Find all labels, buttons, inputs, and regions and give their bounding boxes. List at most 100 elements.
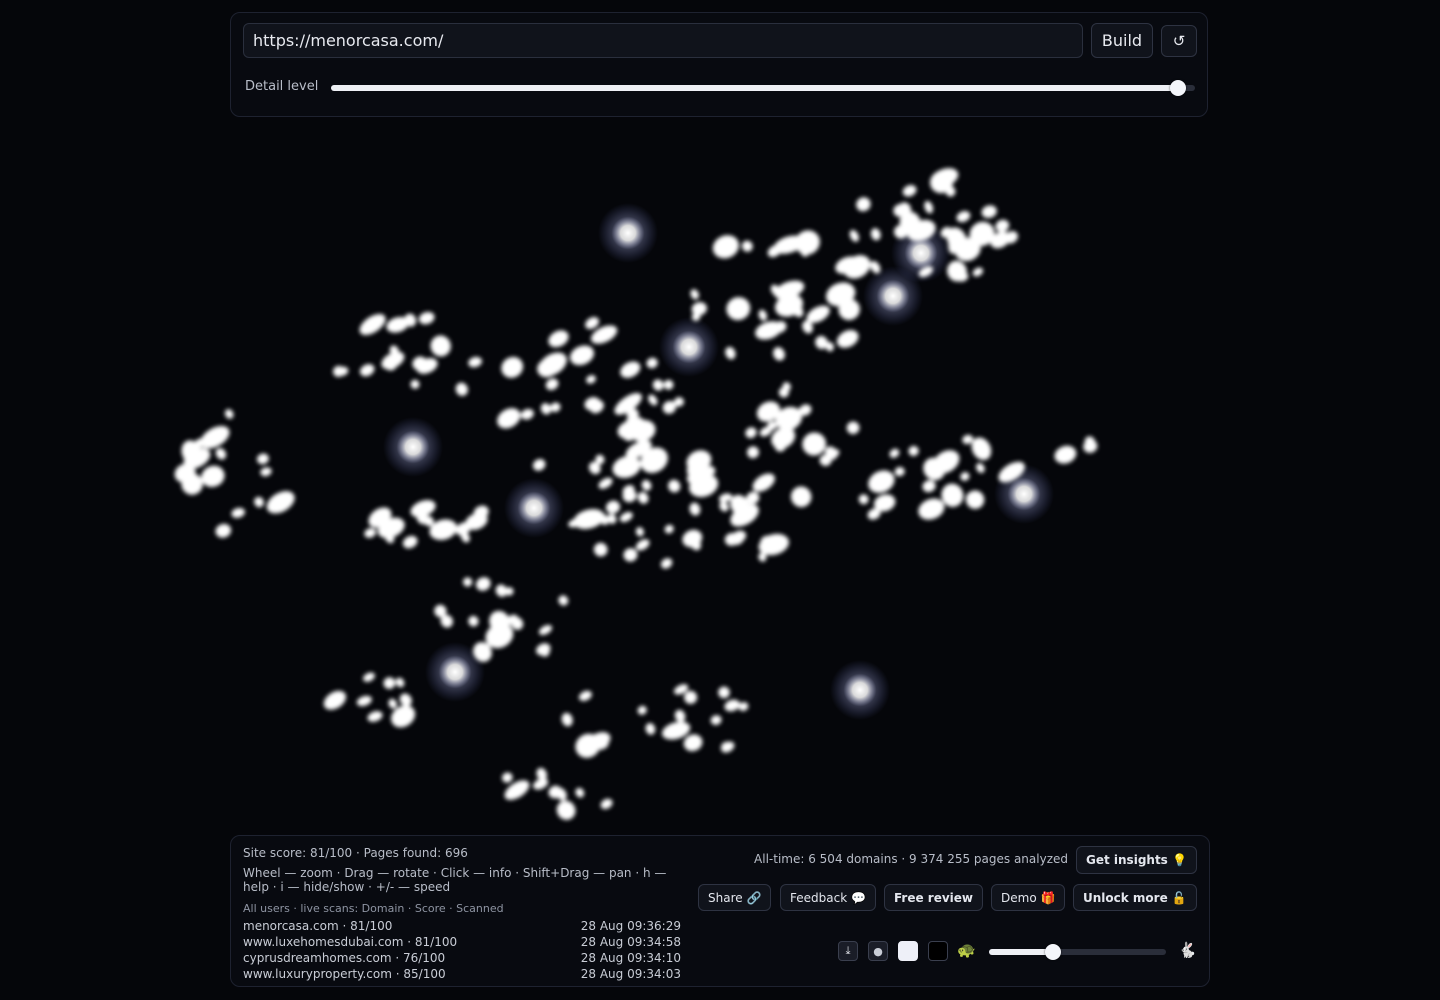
page-node[interactable] [394, 676, 406, 689]
light-theme-button[interactable] [898, 941, 918, 961]
page-node[interactable] [921, 478, 938, 494]
page-node[interactable] [662, 378, 675, 391]
page-node[interactable] [888, 447, 901, 460]
page-node[interactable] [636, 704, 648, 716]
page-node[interactable] [263, 487, 299, 518]
page-node[interactable] [214, 522, 233, 540]
page-node[interactable] [497, 353, 527, 382]
download-icon[interactable]: ⤓ [838, 941, 858, 961]
page-node[interactable] [743, 425, 758, 440]
turtle-slow-icon[interactable]: 🐢 [957, 941, 976, 959]
page-node[interactable] [971, 266, 985, 279]
page-node[interactable] [363, 526, 378, 539]
page-node[interactable] [462, 576, 474, 588]
page-node[interactable] [689, 288, 701, 301]
page-node[interactable] [331, 364, 346, 378]
scan-row[interactable]: cyprusdreamhomes.com · 76/100 28 Aug 09:… [243, 950, 681, 966]
dark-theme-button[interactable] [928, 941, 948, 961]
page-node[interactable] [417, 310, 436, 326]
page-node[interactable] [959, 470, 971, 482]
page-node[interactable] [531, 457, 548, 474]
page-node[interactable] [723, 698, 742, 714]
page-node[interactable] [646, 393, 659, 407]
page-node[interactable] [666, 478, 683, 495]
rabbit-fast-icon[interactable]: 🐇 [1178, 941, 1197, 959]
speed-slider[interactable] [989, 944, 1166, 960]
page-node[interactable] [844, 419, 861, 436]
hub-node[interactable] [598, 203, 658, 263]
page-node[interactable] [467, 355, 483, 368]
page-node[interactable] [771, 345, 787, 362]
page-node[interactable] [567, 342, 597, 369]
page-node[interactable] [604, 499, 622, 516]
page-node[interactable] [381, 675, 397, 691]
page-node[interactable] [493, 404, 524, 432]
hub-node[interactable] [659, 317, 719, 377]
refresh-icon[interactable]: ↺ [1161, 25, 1197, 57]
hub-node[interactable] [383, 417, 443, 477]
page-node[interactable] [545, 327, 571, 350]
page-node[interactable] [724, 345, 738, 360]
feedback-button[interactable]: Feedback 💬 [780, 884, 876, 911]
page-node[interactable] [709, 714, 722, 726]
page-node[interactable] [585, 374, 598, 386]
page-node[interactable] [597, 475, 615, 491]
page-node[interactable] [409, 378, 422, 391]
page-node[interactable] [644, 722, 656, 736]
build-button[interactable]: Build [1091, 23, 1153, 58]
page-node[interactable] [901, 183, 918, 199]
page-node[interactable] [787, 483, 815, 511]
page-node[interactable] [993, 218, 1011, 235]
page-node[interactable] [591, 540, 610, 559]
free-review-button[interactable]: Free review [884, 884, 984, 911]
page-node[interactable] [848, 228, 861, 243]
page-node[interactable] [717, 685, 731, 699]
page-node[interactable] [467, 614, 481, 628]
page-node[interactable] [757, 309, 768, 322]
page-node[interactable] [857, 492, 871, 506]
page-node[interactable] [454, 381, 470, 398]
page-node[interactable] [214, 446, 229, 461]
url-input[interactable] [243, 23, 1083, 58]
page-node[interactable] [583, 315, 601, 332]
page-node[interactable] [651, 378, 665, 393]
page-node[interactable] [974, 461, 986, 474]
page-node[interactable] [256, 452, 271, 466]
page-node[interactable] [534, 348, 571, 381]
page-node[interactable] [907, 444, 921, 458]
page-node[interactable] [663, 523, 675, 535]
demo-button[interactable]: Demo 🎁 [991, 884, 1066, 911]
page-node[interactable] [519, 407, 535, 421]
page-node[interactable] [355, 694, 373, 708]
detail-level-slider[interactable] [331, 80, 1195, 96]
share-button[interactable]: Share 🔗 [698, 884, 772, 911]
page-node[interactable] [659, 556, 674, 571]
scan-row[interactable]: www.luxuryproperty.com · 85/100 28 Aug 0… [243, 966, 681, 982]
detail-level-handle[interactable] [1169, 80, 1186, 96]
scan-row[interactable]: menorcasa.com · 81/100 28 Aug 09:36:29 [243, 918, 681, 934]
scan-row[interactable]: www.luxehomesdubai.com · 81/100 28 Aug 0… [243, 934, 681, 950]
page-node[interactable] [634, 537, 652, 553]
page-node[interactable] [494, 582, 510, 599]
page-node[interactable] [387, 697, 399, 710]
page-node[interactable] [617, 358, 643, 381]
page-node[interactable] [864, 466, 898, 497]
page-node[interactable] [577, 689, 593, 703]
page-node[interactable] [955, 209, 972, 224]
page-node[interactable] [537, 623, 553, 637]
page-node[interactable] [709, 231, 742, 262]
page-node[interactable] [252, 495, 265, 509]
page-node[interactable] [870, 227, 883, 241]
page-node[interactable] [362, 671, 377, 684]
dot-size-icon[interactable]: ● [868, 941, 888, 961]
page-node[interactable] [599, 797, 615, 811]
page-node[interactable] [397, 691, 414, 708]
page-node[interactable] [740, 239, 755, 254]
hub-node[interactable] [504, 478, 564, 538]
page-node[interactable] [366, 709, 384, 724]
hub-node[interactable] [830, 660, 890, 720]
page-node[interactable] [645, 356, 659, 370]
page-node[interactable] [673, 708, 687, 723]
page-node[interactable] [745, 444, 761, 460]
page-node[interactable] [560, 712, 574, 728]
